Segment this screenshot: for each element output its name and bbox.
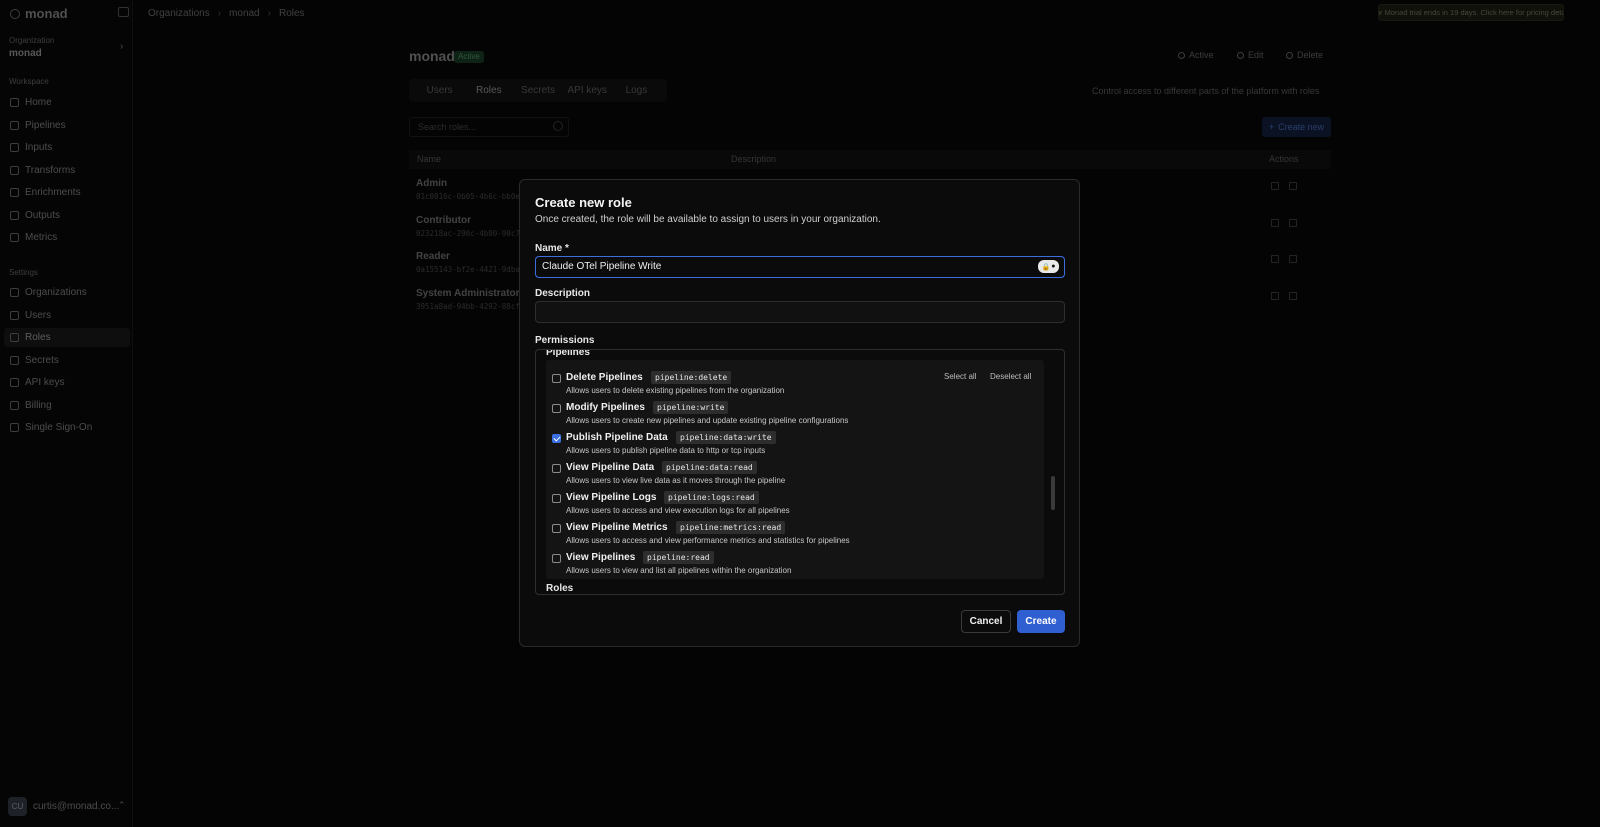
permission-description: Allows users to publish pipeline data to… bbox=[566, 446, 766, 455]
permission-code: pipeline:delete bbox=[651, 371, 732, 384]
create-role-dialog: Create new role Once created, the role w… bbox=[519, 179, 1080, 647]
permission-name: View Pipeline Metrics bbox=[566, 522, 668, 533]
permission-code: pipeline:read bbox=[643, 551, 714, 564]
permission-code: pipeline:data:read bbox=[662, 461, 757, 474]
group-title-pipelines: Pipelines bbox=[546, 349, 590, 358]
dialog-title: Create new role bbox=[535, 195, 632, 210]
permission-code: pipeline:write bbox=[653, 401, 729, 414]
permission-checkbox[interactable] bbox=[552, 524, 561, 533]
permission-checkbox[interactable] bbox=[552, 464, 561, 473]
permission-name: Delete Pipelines bbox=[566, 372, 643, 383]
permissions-list[interactable]: Pipelines Select all Deselect all Delete… bbox=[535, 349, 1065, 595]
description-field[interactable] bbox=[535, 301, 1065, 323]
permission-name: View Pipeline Logs bbox=[566, 492, 657, 503]
permission-code: pipeline:logs:read bbox=[664, 491, 759, 504]
permission-pipeline-metrics-read[interactable]: View Pipeline Metrics pipeline:metrics:re… bbox=[552, 520, 1032, 548]
permission-pipeline-read[interactable]: View Pipelines pipeline:read Allows users … bbox=[552, 550, 1032, 578]
permission-pipeline-logs-read[interactable]: View Pipeline Logs pipeline:logs:read Allo… bbox=[552, 490, 1032, 518]
permissions-label: Permissions bbox=[535, 335, 595, 346]
description-label: Description bbox=[535, 288, 591, 299]
permission-pipeline-data-read[interactable]: View Pipeline Data pipeline:data:read Allo… bbox=[552, 460, 1032, 488]
scrollbar[interactable] bbox=[1051, 476, 1055, 510]
permission-pipeline-delete[interactable]: Delete Pipelines pipeline:delete Allows us… bbox=[552, 370, 1032, 398]
permission-name: Publish Pipeline Data bbox=[566, 432, 668, 443]
dialog-subtitle: Once created, the role will be available… bbox=[535, 214, 881, 225]
cancel-button[interactable]: Cancel bbox=[961, 610, 1011, 633]
permission-description: Allows users to access and view performa… bbox=[566, 536, 850, 545]
permission-name: View Pipeline Data bbox=[566, 462, 655, 473]
group-title-roles: Roles bbox=[546, 583, 574, 594]
permission-description: Allows users to view and list all pipeli… bbox=[566, 566, 792, 575]
permission-description: Allows users to create new pipelines and… bbox=[566, 416, 849, 425]
permission-code: pipeline:data:write bbox=[676, 431, 776, 444]
permission-description: Allows users to view live data as it mov… bbox=[566, 476, 786, 485]
permission-description: Allows users to access and view executio… bbox=[566, 506, 790, 515]
permission-checkbox[interactable] bbox=[552, 494, 561, 503]
permission-pipeline-data-write[interactable]: Publish Pipeline Data pipeline:data:write… bbox=[552, 430, 1032, 458]
permission-checkbox[interactable] bbox=[552, 374, 561, 383]
permission-group-pipelines: Select all Deselect all Delete Pipelines… bbox=[546, 360, 1044, 579]
permission-description: Allows users to delete existing pipeline… bbox=[566, 386, 785, 395]
permission-name: Modify Pipelines bbox=[566, 402, 645, 413]
name-label: Name * bbox=[535, 243, 569, 254]
permission-checkbox[interactable] bbox=[552, 404, 561, 413]
password-manager-icon[interactable]: 🔒 ● bbox=[1038, 260, 1059, 273]
name-field[interactable]: Claude OTel Pipeline Write bbox=[535, 256, 1065, 278]
permission-checkbox[interactable] bbox=[552, 434, 561, 443]
permission-name: View Pipelines bbox=[566, 552, 636, 563]
permission-pipeline-write[interactable]: Modify Pipelines pipeline:write Allows use… bbox=[552, 400, 1032, 428]
create-button[interactable]: Create bbox=[1017, 610, 1065, 633]
permission-code: pipeline:metrics:read bbox=[676, 521, 786, 534]
permission-checkbox[interactable] bbox=[552, 554, 561, 563]
